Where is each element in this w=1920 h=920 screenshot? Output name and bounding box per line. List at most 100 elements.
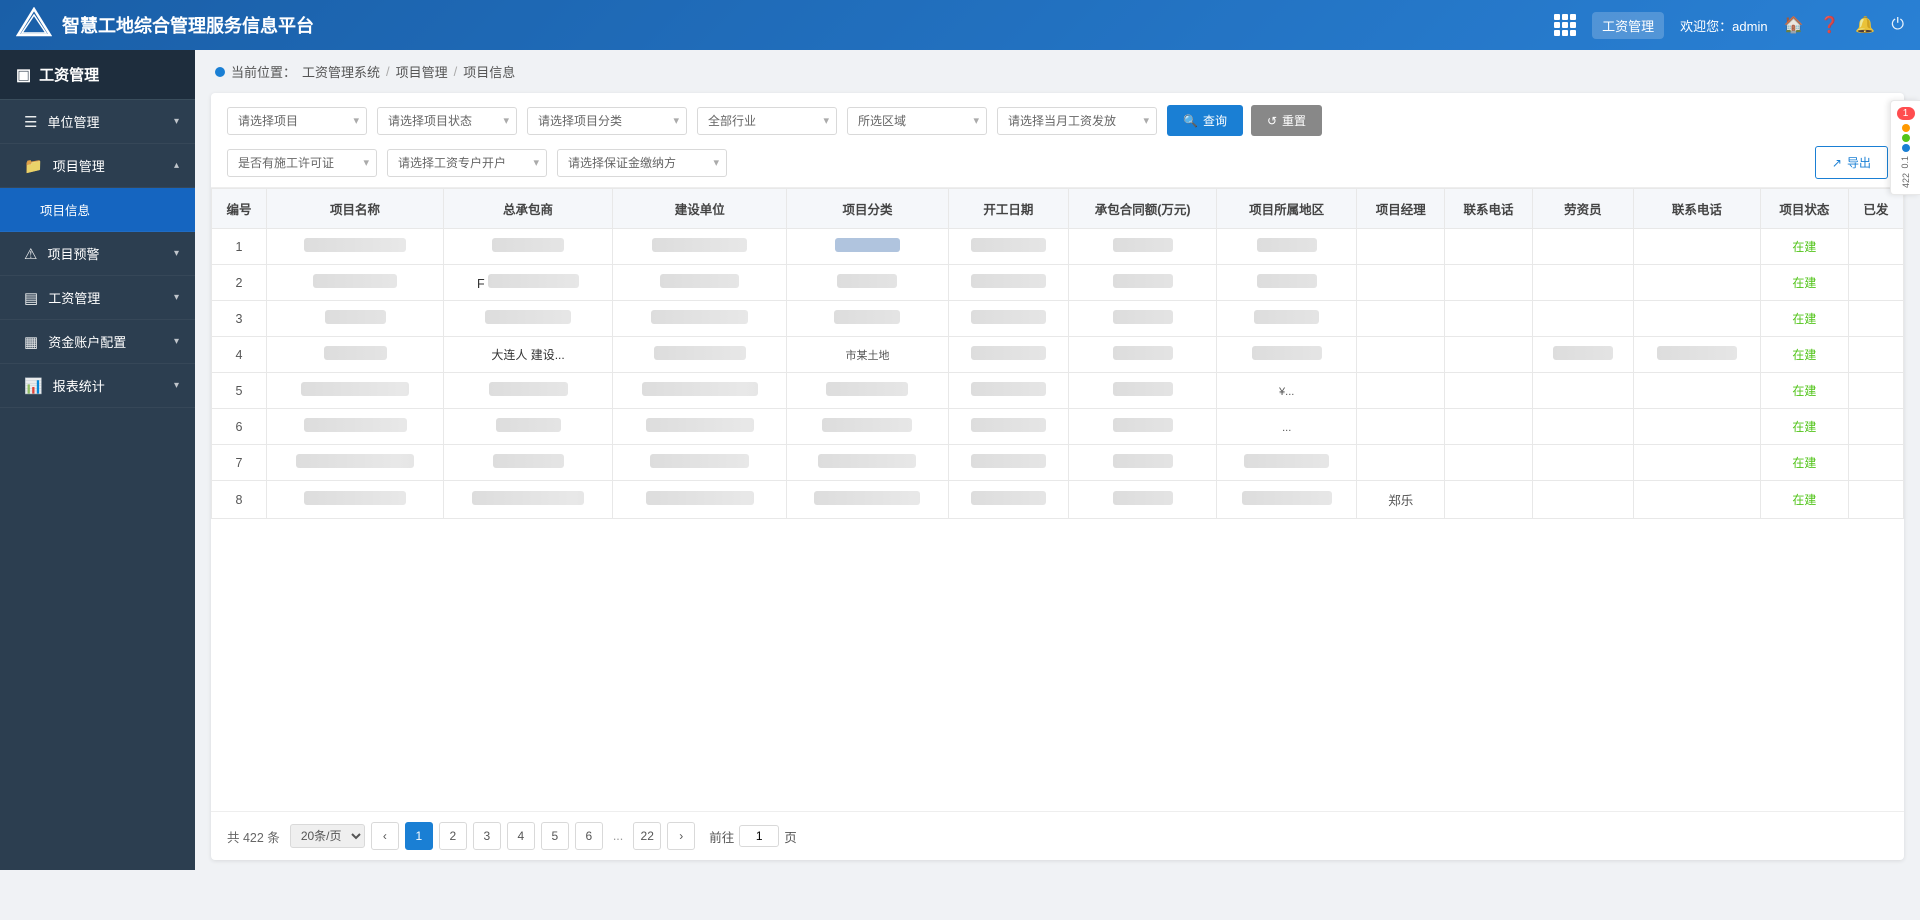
- status-badge: 在建: [1792, 384, 1816, 398]
- project-status-select[interactable]: 请选择项目状态: [377, 107, 517, 135]
- col-contractor: 总承包商: [444, 189, 613, 229]
- salary-account-select[interactable]: 请选择工资专户开户: [387, 149, 547, 177]
- industry-select[interactable]: 全部行业: [697, 107, 837, 135]
- cell-status: 在建: [1760, 229, 1848, 265]
- table-container: 编号 项目名称 总承包商 建设单位 项目分类 开工日期 承包合同额(万元) 项目…: [211, 188, 1904, 811]
- page-btn-2[interactable]: 2: [439, 822, 467, 850]
- sidebar-item-project-info[interactable]: 项目信息: [0, 188, 195, 232]
- table-row[interactable]: 8郑乐在建: [212, 481, 1904, 519]
- power-icon[interactable]: ⏻: [1891, 16, 1904, 34]
- cell-pm: [1357, 409, 1445, 445]
- page-btn-5[interactable]: 5: [541, 822, 569, 850]
- apps-grid-icon[interactable]: [1554, 14, 1576, 36]
- export-button[interactable]: ↗ 导出: [1815, 146, 1888, 179]
- status-badge: 在建: [1792, 348, 1816, 362]
- sidebar-item-project-mgmt[interactable]: 📁 项目管理 ▴: [0, 144, 195, 188]
- table-row[interactable]: 3在建: [212, 301, 1904, 337]
- arrow-icon: ▾: [174, 248, 179, 259]
- cell-tel2: [1633, 373, 1760, 409]
- cell-blurred: [267, 373, 444, 409]
- filter-bar: 请选择项目 请选择项目状态 请选择项目分类: [211, 93, 1904, 188]
- cell-tel1: [1445, 409, 1533, 445]
- cell-laborer: [1532, 301, 1633, 337]
- project-select[interactable]: 请选择项目: [227, 107, 367, 135]
- arrow-icon: ▾: [174, 116, 179, 127]
- cell-region: [1217, 265, 1357, 301]
- industry-select-wrap: 全部行业: [697, 107, 837, 135]
- cell-amount: [1069, 481, 1217, 519]
- module-label[interactable]: 工资管理: [1592, 12, 1664, 39]
- cell-issued: [1848, 409, 1903, 445]
- cell-region: [1217, 481, 1357, 519]
- page-size-select[interactable]: 20条/页: [290, 824, 365, 848]
- welcome-text: 欢迎您：admin: [1680, 16, 1767, 35]
- help-icon[interactable]: ❓: [1820, 15, 1840, 35]
- page-btn-1[interactable]: 1: [405, 822, 433, 850]
- permit-select[interactable]: 是否有施工许可证: [227, 149, 377, 177]
- table-row[interactable]: 1在建: [212, 229, 1904, 265]
- table-row[interactable]: 6...在建: [212, 409, 1904, 445]
- cell-blurred: [267, 265, 444, 301]
- table-row[interactable]: 5¥...在建: [212, 373, 1904, 409]
- sidebar-item-project-warning[interactable]: ⚠ 项目预警 ▾: [0, 232, 195, 276]
- query-button[interactable]: 🔍 查询: [1167, 105, 1243, 136]
- table-row[interactable]: 2F 在建: [212, 265, 1904, 301]
- guarantee-select[interactable]: 请选择保证金缴纳方: [557, 149, 727, 177]
- cell-id: 3: [212, 301, 267, 337]
- page-btn-4[interactable]: 4: [507, 822, 535, 850]
- cell-region: [1217, 229, 1357, 265]
- col-project-type: 项目分类: [787, 189, 948, 229]
- cell-id: 6: [212, 409, 267, 445]
- cell-date: [948, 265, 1069, 301]
- cell-issued: [1848, 481, 1903, 519]
- region-select[interactable]: 所选区域: [847, 107, 987, 135]
- cell-type: [787, 229, 948, 265]
- cell-amount: [1069, 445, 1217, 481]
- home-icon[interactable]: 🏠: [1784, 15, 1804, 35]
- sidebar-item-label: 项目管理: [53, 156, 105, 175]
- sidebar: ▣ 工资管理 ☰ 单位管理 ▾ 📁 项目管理 ▴ 项目信息 ⚠ 项目预警 ▾ ▤…: [0, 50, 195, 870]
- cell-laborer: [1532, 445, 1633, 481]
- page-btn-3[interactable]: 3: [473, 822, 501, 850]
- project-mgmt-icon: 📁: [24, 157, 43, 175]
- guarantee-select-wrap: 请选择保证金缴纳方: [557, 149, 727, 177]
- cell-text: 大连人 建设...: [491, 348, 564, 362]
- cell-tel1: [1445, 373, 1533, 409]
- cell-amount: [1069, 409, 1217, 445]
- sidebar-item-report-stats[interactable]: 📊 报表统计 ▾: [0, 364, 195, 408]
- table-row[interactable]: 4大连人 建设...市某土地在建: [212, 337, 1904, 373]
- cell-type: 市某土地: [787, 337, 948, 373]
- sidebar-item-unit-mgmt[interactable]: ☰ 单位管理 ▾: [0, 100, 195, 144]
- sidebar-item-wage-mgmt[interactable]: ▤ 工资管理 ▾: [0, 276, 195, 320]
- bell-icon[interactable]: 🔔: [1855, 15, 1875, 35]
- col-tel1: 联系电话: [1445, 189, 1533, 229]
- project-type-select[interactable]: 请选择项目分类: [527, 107, 687, 135]
- sidebar-item-label: 报表统计: [53, 376, 105, 395]
- page-btn-22[interactable]: 22: [633, 822, 661, 850]
- cell-tel1: [1445, 445, 1533, 481]
- table-body: 1在建2F 在建3在建4大连人 建设...市某土地在建5¥...在建6...在建…: [212, 229, 1904, 519]
- col-contract-amount: 承包合同额(万元): [1069, 189, 1217, 229]
- cell-blurred: [267, 409, 444, 445]
- sidebar-item-fund-account[interactable]: ▦ 资金账户配置 ▾: [0, 320, 195, 364]
- breadcrumb-item-1[interactable]: 工资管理系统: [302, 62, 380, 81]
- cell-pm: [1357, 337, 1445, 373]
- prev-page-btn[interactable]: ‹: [371, 822, 399, 850]
- arrow-up-icon: ▴: [174, 160, 179, 171]
- page-jump: 前往 页: [709, 825, 797, 847]
- salary-month-select[interactable]: 请选择当月工资发放: [997, 107, 1157, 135]
- reset-button[interactable]: ↺ 重置: [1251, 105, 1322, 136]
- cell-blurred: [267, 301, 444, 337]
- breadcrumb-item-3[interactable]: 项目信息: [463, 62, 515, 81]
- table-row[interactable]: 7在建: [212, 445, 1904, 481]
- page-btn-6[interactable]: 6: [575, 822, 603, 850]
- rp-badge[interactable]: 1: [1897, 107, 1915, 120]
- sidebar-item-label: 工资管理: [48, 288, 100, 307]
- breadcrumb-item-2[interactable]: 项目管理: [396, 62, 448, 81]
- cell-issued: [1848, 337, 1903, 373]
- cell-date: [948, 337, 1069, 373]
- page-jump-input[interactable]: [739, 825, 779, 847]
- next-page-btn[interactable]: ›: [667, 822, 695, 850]
- col-laborer: 劳资员: [1532, 189, 1633, 229]
- cell-blurred: [267, 229, 444, 265]
